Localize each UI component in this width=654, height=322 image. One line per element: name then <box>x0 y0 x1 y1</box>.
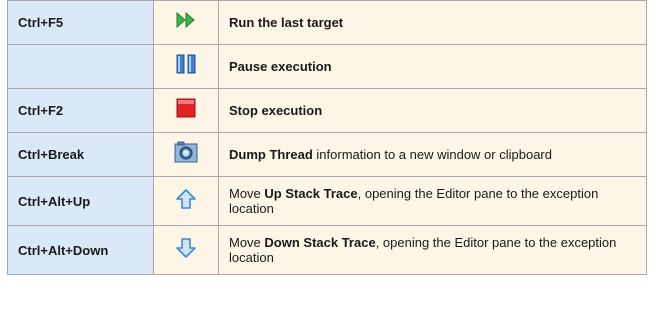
description: Dump Thread information to a new window … <box>218 132 647 177</box>
shortcut-key: Ctrl+F2 <box>7 88 154 133</box>
run-icon <box>175 11 197 34</box>
description-bold: Dump Thread <box>229 147 313 162</box>
description: Move Up Stack Trace, opening the Editor … <box>218 176 647 226</box>
icon-cell <box>153 88 219 133</box>
table-row: Ctrl+Alt+Down Move Down Stack Trace, ope… <box>7 225 647 275</box>
shortcut-key <box>7 44 154 89</box>
shortcut-key: Ctrl+Alt+Up <box>7 176 154 226</box>
shortcut-table-container: Ctrl+F5 Run the last target Pause execut… <box>7 0 647 322</box>
pause-icon <box>175 53 197 80</box>
icon-cell <box>153 225 219 275</box>
icon-cell <box>153 176 219 226</box>
description: Move Down Stack Trace, opening the Edito… <box>218 225 647 275</box>
table-row: Ctrl+F5 Run the last target <box>7 0 647 45</box>
shortcut-key: Ctrl+Break <box>7 132 154 177</box>
description-bold: Down Stack Trace <box>264 235 376 250</box>
description: Run the last target <box>218 0 647 45</box>
description-pre: Move <box>229 186 265 201</box>
shortcut-key: Ctrl+F5 <box>7 0 154 45</box>
stop-icon <box>176 98 196 123</box>
description-pre: Move <box>229 235 265 250</box>
arrow-up-icon <box>175 188 197 215</box>
camera-icon <box>174 141 198 168</box>
table-row: Ctrl+F2 Stop execution <box>7 88 647 133</box>
icon-cell <box>153 0 219 45</box>
arrow-down-icon <box>175 237 197 264</box>
table-row: Pause execution <box>7 44 647 89</box>
description: Stop execution <box>218 88 647 133</box>
shortcut-table: Ctrl+F5 Run the last target Pause execut… <box>7 0 647 275</box>
description-bold: Up Stack Trace <box>264 186 358 201</box>
icon-cell <box>153 132 219 177</box>
description-rest: information to a new window or clipboard <box>312 147 552 162</box>
icon-cell <box>153 44 219 89</box>
shortcut-key: Ctrl+Alt+Down <box>7 225 154 275</box>
table-row: Ctrl+Alt+Up Move Up Stack Trace, opening… <box>7 176 647 226</box>
table-row: Ctrl+Break Dump Thread information to a … <box>7 132 647 177</box>
description: Pause execution <box>218 44 647 89</box>
